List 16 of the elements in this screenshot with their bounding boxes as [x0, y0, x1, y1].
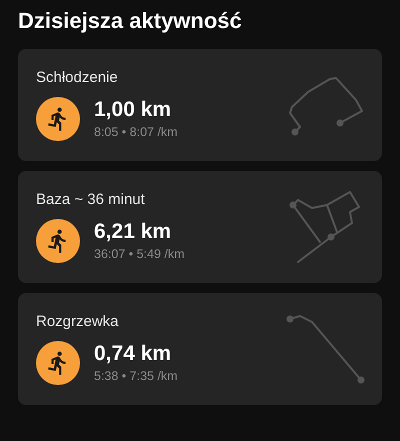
activity-card[interactable]: Baza ~ 36 minut 6,21 km 36:07 • 5:49 /km — [18, 171, 382, 283]
distance: 0,74 km — [94, 342, 172, 366]
distance: 6,21 km — [94, 220, 172, 244]
time-and-pace: 8:05 • 8:07 /km — [94, 124, 178, 140]
running-icon — [36, 97, 80, 141]
time-and-pace: 36:07 • 5:49 /km — [94, 246, 185, 262]
running-icon — [36, 219, 80, 263]
activity-card[interactable]: Rozgrzewka 0,74 km 5:38 • 7:35 /km — [18, 293, 382, 405]
activity-card[interactable]: Schłodzenie 1,00 km 8:05 • 8:07 /km — [18, 49, 382, 161]
activity-name: Rozgrzewka — [36, 313, 120, 331]
running-icon — [36, 341, 80, 385]
distance: 1,00 km — [94, 98, 172, 122]
activity-name: Schłodzenie — [36, 69, 119, 87]
time-and-pace: 5:38 • 7:35 /km — [94, 368, 178, 384]
activity-name: Baza ~ 36 minut — [36, 191, 146, 209]
section-title: Dzisiejsza aktywność — [18, 7, 243, 35]
